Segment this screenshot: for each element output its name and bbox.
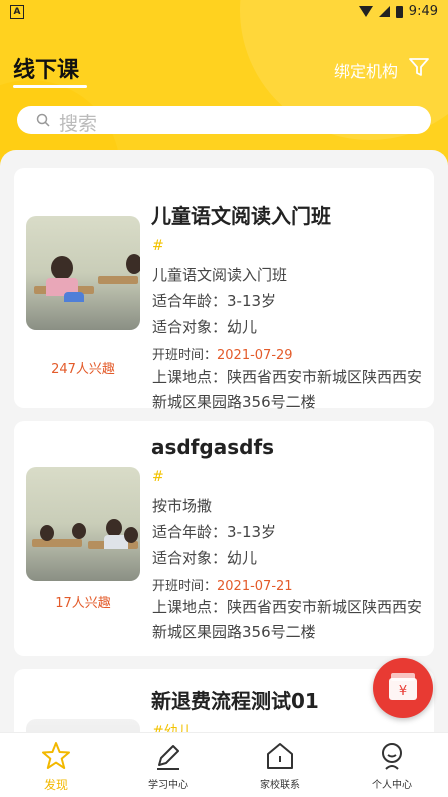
course-audience: 适合对象：幼儿	[152, 549, 258, 567]
tab-home-school[interactable]: 家校联系	[224, 733, 336, 797]
wifi-icon	[358, 6, 373, 17]
course-thumbnail	[26, 719, 140, 732]
signal-icon	[378, 6, 390, 17]
course-thumbnail	[26, 467, 140, 581]
tab-label: 家校联系	[260, 780, 300, 791]
bottom-tab-bar: 发现 学习中心 家校联系 个人中心	[0, 732, 448, 797]
course-card[interactable]: 17人兴趣 asdfgasdfs # 按市场撒 适合年龄：3-13岁 适合对象：…	[14, 421, 434, 656]
filter-icon[interactable]	[408, 56, 430, 78]
course-age: 适合年龄：3-13岁	[152, 292, 277, 310]
course-tag: #	[152, 238, 164, 254]
pen-icon	[157, 745, 179, 770]
bind-org-button[interactable]: 绑定机构	[334, 58, 398, 82]
course-card[interactable]: 247人兴趣 儿童语文阅读入门班 # 儿童语文阅读入门班 适合年龄：3-13岁 …	[14, 168, 434, 411]
battery-icon	[395, 5, 403, 18]
course-tag: #幼儿	[152, 724, 192, 732]
start-label: 开班时间：	[152, 348, 218, 363]
course-address: 上课地点：陕西省西安市新城区陕西西安新城区果园路356号二楼	[152, 368, 423, 411]
course-thumbnail	[26, 216, 140, 330]
page-title: 线下课	[13, 58, 80, 83]
star-icon	[42, 742, 70, 769]
course-title: 儿童语文阅读入门班	[151, 204, 331, 228]
course-title: asdfgasdfs	[151, 435, 275, 459]
course-audience: 适合对象：幼儿	[152, 318, 258, 336]
tab-label: 学习中心	[148, 780, 188, 791]
refund-float-button[interactable]: ¥	[373, 658, 433, 718]
notification-icon: A	[10, 5, 24, 19]
course-age: 适合年龄：3-13岁	[152, 523, 277, 541]
refund-icon: ¥	[389, 673, 417, 700]
course-list[interactable]: 247人兴趣 儿童语文阅读入门班 # 儿童语文阅读入门班 适合年龄：3-13岁 …	[0, 150, 448, 732]
start-label: 开班时间：	[152, 579, 218, 594]
course-title: 新退费流程测试01	[151, 689, 319, 713]
search-placeholder: 搜索	[59, 113, 98, 135]
course-subtitle: 儿童语文阅读入门班	[152, 266, 288, 284]
home-icon	[267, 743, 293, 769]
svg-text:¥: ¥	[399, 684, 407, 699]
title-underline	[13, 85, 87, 88]
tab-label: 发现	[43, 778, 68, 792]
course-subtitle: 按市场撒	[152, 497, 213, 515]
tab-discover[interactable]: 发现	[0, 733, 112, 797]
start-date: 2021-07-29	[217, 348, 293, 363]
course-tag: #	[152, 469, 164, 485]
search-icon	[36, 113, 50, 127]
person-icon	[382, 743, 402, 770]
clock: 9:49	[408, 4, 438, 19]
tab-personal-center[interactable]: 个人中心	[336, 733, 448, 797]
tab-label: 个人中心	[372, 780, 412, 791]
course-card[interactable]: 新退费流程测试01 #幼儿	[14, 669, 434, 732]
start-date: 2021-07-21	[217, 579, 293, 594]
tab-learning-center[interactable]: 学习中心	[112, 733, 224, 797]
course-address: 上课地点：陕西省西安市新城区陕西西安新城区果园路356号二楼	[152, 598, 423, 641]
interest-count: 17人兴趣	[55, 596, 111, 611]
status-bar: A 9:49	[0, 0, 448, 24]
course-start: 开班时间：2021-07-21	[152, 575, 293, 594]
interest-count: 247人兴趣	[51, 362, 115, 377]
course-start: 开班时间：2021-07-29	[152, 344, 293, 363]
search-input[interactable]: 搜索	[17, 106, 431, 135]
